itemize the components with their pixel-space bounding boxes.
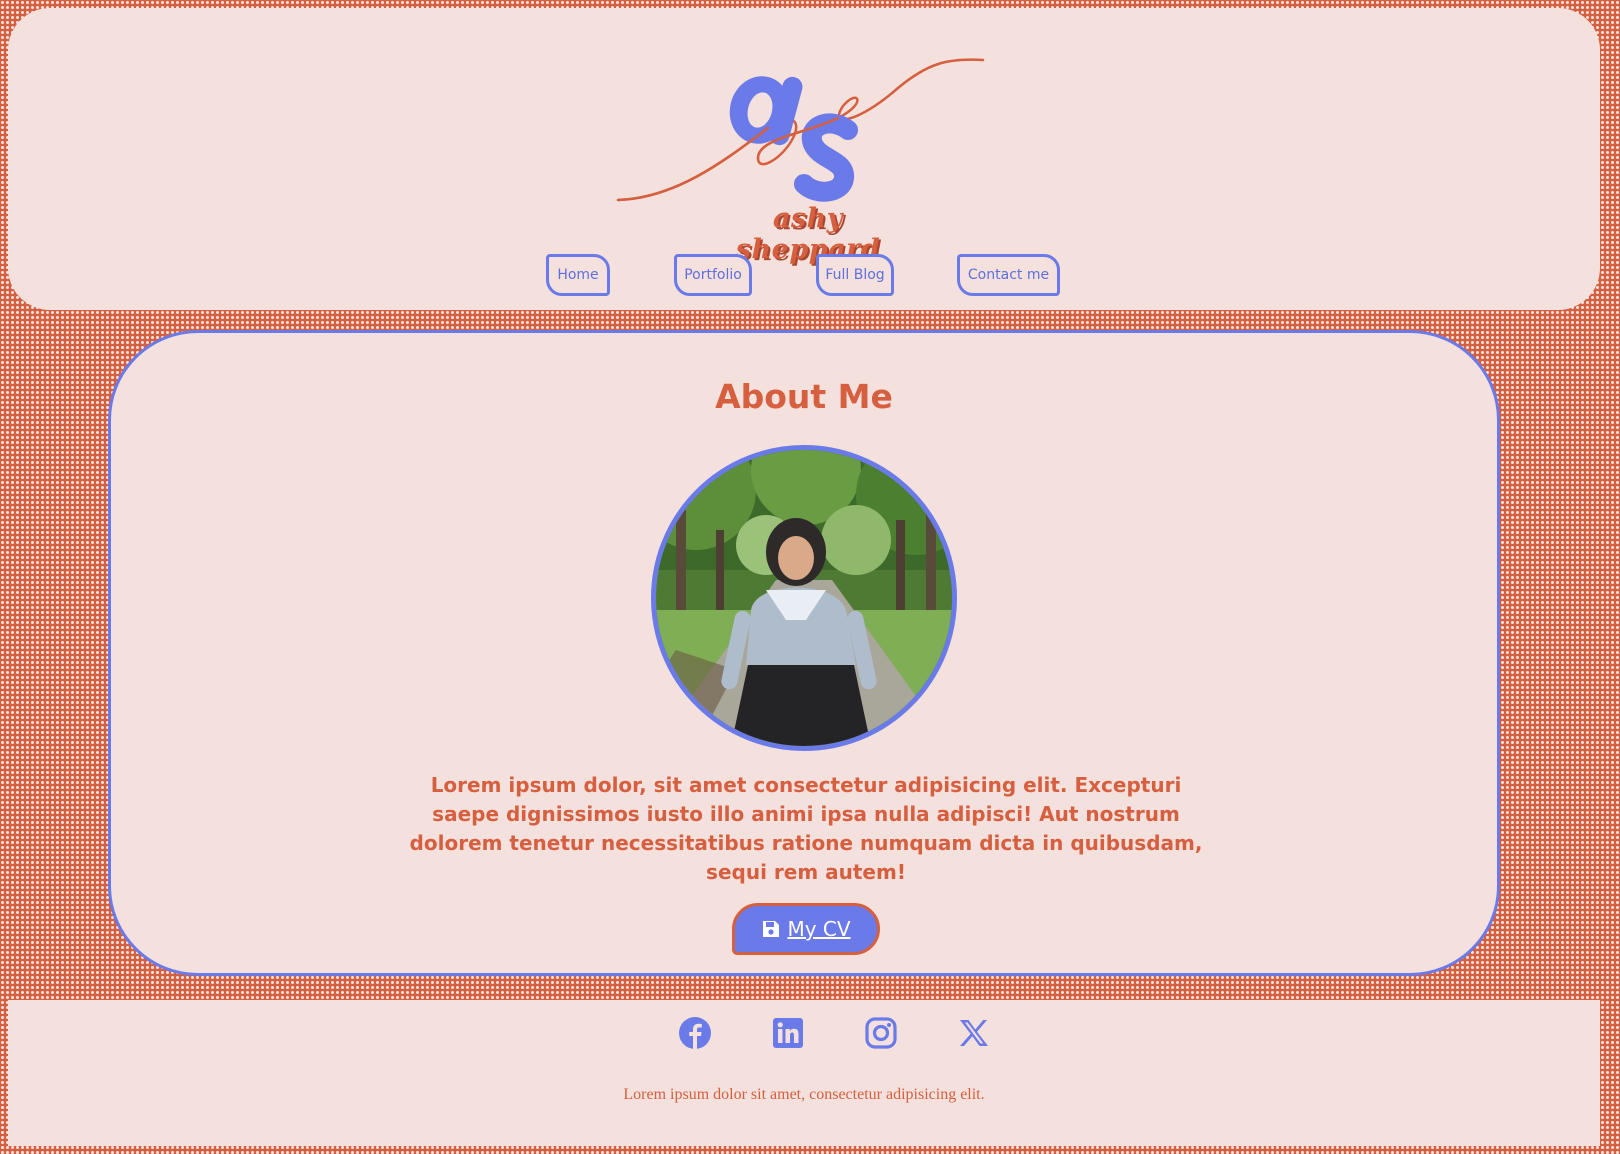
save-icon bbox=[763, 921, 780, 937]
profile-photo bbox=[651, 445, 957, 751]
site-header: ashy sheppard Home Portfolio Full Blog C… bbox=[8, 8, 1600, 310]
about-title: About Me bbox=[715, 377, 893, 416]
site-logo[interactable]: ashy sheppard bbox=[608, 48, 988, 265]
instagram-icon[interactable] bbox=[864, 1016, 898, 1050]
linkedin-icon[interactable] bbox=[771, 1016, 805, 1050]
nav-contact-button[interactable]: Contact me bbox=[957, 254, 1060, 296]
profile-photo-image bbox=[656, 450, 952, 746]
site-footer: Lorem ipsum dolor sit amet, consectetur … bbox=[8, 1000, 1600, 1146]
about-section: About Me Lorem ipsum dolor, sit amet con… bbox=[108, 330, 1500, 976]
main-nav: Home Portfolio Full Blog Contact me bbox=[8, 254, 1600, 300]
x-twitter-icon[interactable] bbox=[957, 1016, 991, 1050]
facebook-icon[interactable] bbox=[678, 1016, 712, 1050]
nav-full-blog-button[interactable]: Full Blog bbox=[816, 254, 894, 296]
footer-text: Lorem ipsum dolor sit amet, consectetur … bbox=[623, 1086, 985, 1103]
nav-home-button[interactable]: Home bbox=[546, 254, 610, 296]
nav-portfolio-button[interactable]: Portfolio bbox=[674, 254, 752, 296]
cv-download-button[interactable]: My CV bbox=[732, 903, 880, 955]
about-bio: Lorem ipsum dolor, sit amet consectetur … bbox=[409, 773, 1203, 884]
cv-button-label: My CV bbox=[787, 917, 851, 941]
